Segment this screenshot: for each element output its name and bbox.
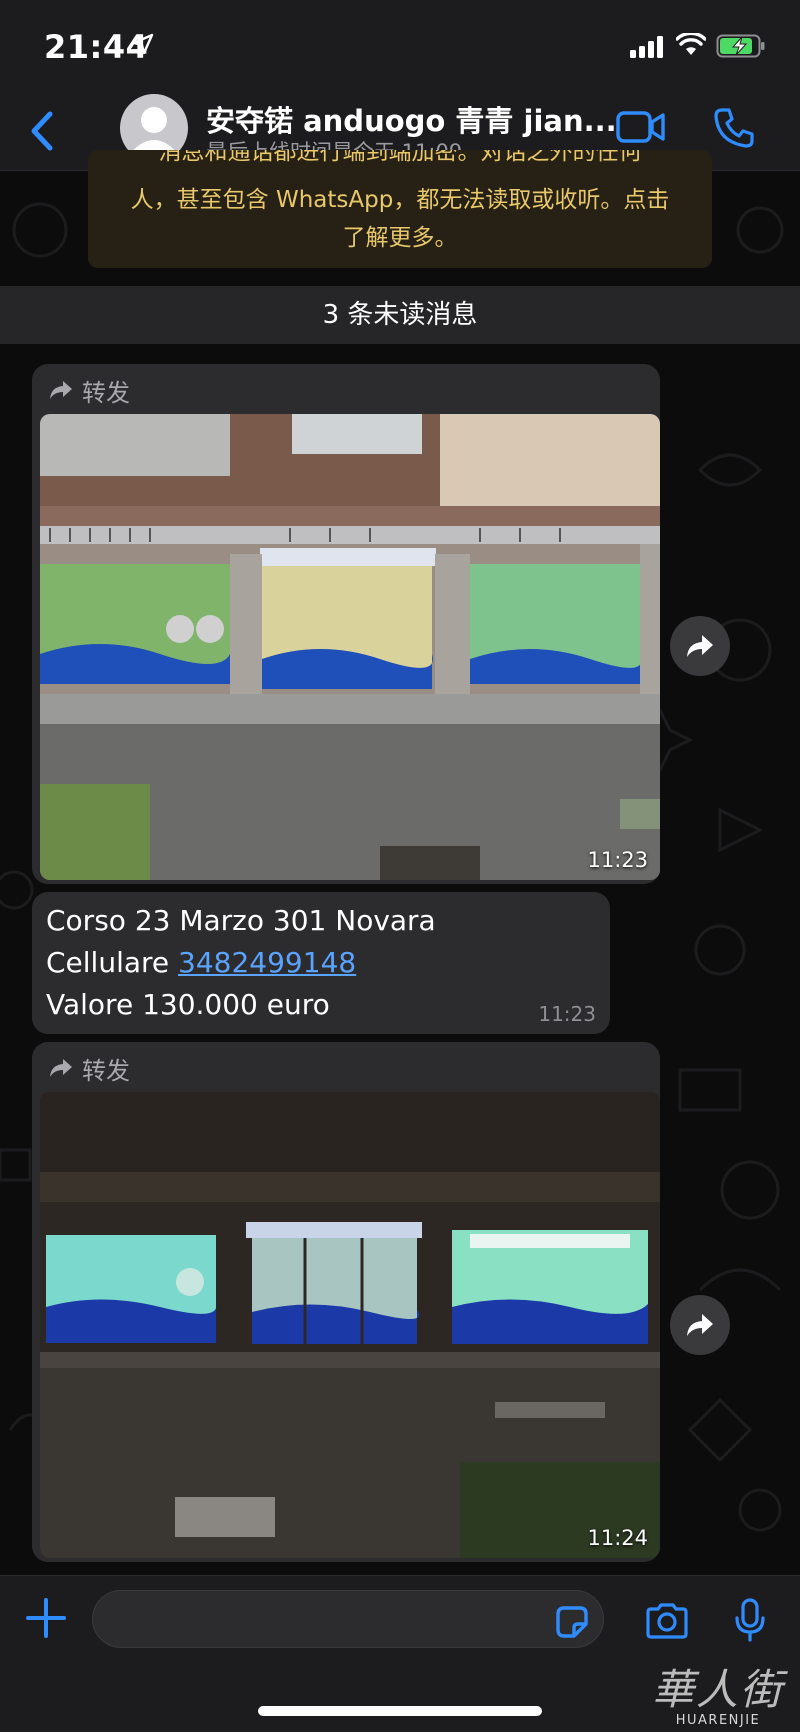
back-chevron-icon[interactable] — [22, 106, 62, 156]
message-input[interactable] — [92, 1590, 604, 1648]
battery-charging-icon — [716, 34, 765, 58]
address-line: Corso 23 Marzo 301 Novara — [46, 904, 436, 937]
forward-arrow-icon — [50, 1059, 72, 1077]
signal-icon — [630, 36, 663, 58]
forwarded-label: 转发 — [82, 378, 130, 407]
text-message-bubble[interactable]: Corso 23 Marzo 301 Novara Cellulare 3482… — [32, 892, 610, 1034]
message-time: 11:23 — [538, 1002, 596, 1026]
laundromat-photo-night[interactable]: 11:24 — [40, 1092, 660, 1558]
plus-icon[interactable] — [24, 1596, 68, 1640]
price-line: Valore 130.000 euro — [46, 988, 330, 1021]
watermark-logo: 華人街 HUARENJIE — [652, 1656, 784, 1728]
laundromat-photo-night-image — [40, 1092, 660, 1558]
camera-icon[interactable] — [644, 1602, 690, 1640]
encryption-notice-line1: 消息和通话都进行端到端加密。对话之外的任何 — [158, 150, 642, 165]
unread-messages-banner: 3 条未读消息 — [0, 286, 800, 344]
video-call-icon[interactable] — [616, 110, 666, 144]
encryption-notice-line2: 人，甚至包含 WhatsApp，都无法读取或收听。点击 — [130, 187, 670, 213]
wifi-icon — [676, 33, 706, 55]
phone-line: Cellulare 3482499148 — [46, 946, 356, 979]
encryption-notice-line3: 了解更多。 — [342, 225, 458, 251]
image-message-bubble[interactable]: 转发 11:23 — [32, 364, 660, 884]
status-bar: 21:44 — [0, 0, 800, 96]
phone-label: Cellulare — [46, 946, 179, 979]
message-composer: 華人街 HUARENJIE — [0, 1575, 800, 1732]
sticker-icon[interactable] — [554, 1604, 590, 1640]
microphone-icon[interactable] — [734, 1598, 766, 1642]
location-arrow-icon — [132, 33, 154, 55]
share-forward-icon — [687, 635, 713, 657]
message-time: 11:24 — [587, 1526, 648, 1550]
image-message-bubble[interactable]: 转发 11:24 — [32, 1042, 660, 1562]
watermark-chinese: 華人街 — [652, 1665, 785, 1714]
phone-number-link[interactable]: 3482499148 — [178, 946, 356, 979]
encryption-notice[interactable]: 消息和通话都进行端到端加密。对话之外的任何 人，甚至包含 WhatsApp，都无… — [88, 150, 712, 268]
forward-arrow-icon — [50, 381, 72, 399]
forwarded-label: 转发 — [82, 1056, 130, 1085]
contact-name[interactable]: 安夺锘 anduogo 青青 jian... — [206, 98, 617, 140]
message-time: 11:23 — [587, 848, 648, 872]
home-indicator[interactable] — [258, 1706, 542, 1716]
forward-share-button[interactable] — [670, 1295, 730, 1355]
laundromat-photo-day[interactable]: 11:23 — [40, 414, 660, 880]
forward-share-button[interactable] — [670, 616, 730, 676]
phone-call-icon[interactable] — [712, 106, 756, 150]
forwarded-label-row: 转发 — [48, 1050, 130, 1086]
forwarded-label-row: 转发 — [48, 372, 130, 408]
laundromat-photo-day-image — [40, 414, 660, 880]
share-forward-icon — [687, 1314, 713, 1336]
